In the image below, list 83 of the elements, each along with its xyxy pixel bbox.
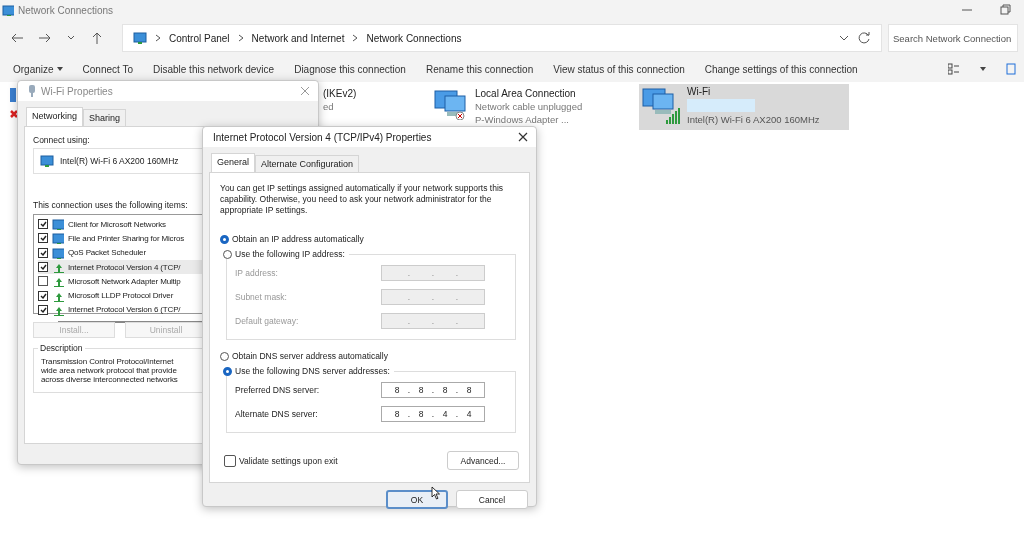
intro-text: You can get IP settings assigned automatically if your network supports this capability. Otherwise, you need to ask your network administrator for the appropriate IP settings.: [220, 183, 505, 216]
checkbox[interactable]: [38, 262, 48, 273]
network-adapter-icon: [40, 154, 54, 168]
refresh-icon[interactable]: [857, 31, 871, 45]
toolbar-button[interactable]: Change settings of this connection: [704, 63, 858, 75]
adapter-name: P-Windows Adapter ...: [475, 114, 570, 125]
mouse-cursor-icon: [431, 486, 441, 500]
tab[interactable]: Sharing: [83, 109, 127, 126]
field-label: Default gateway:: [235, 315, 300, 326]
connection-status: ed: [323, 101, 335, 112]
label: Connect using:: [33, 135, 90, 145]
caret-down-icon[interactable]: [980, 67, 986, 71]
checkbox[interactable]: [38, 304, 48, 315]
toolbar-button[interactable]: Disable this network device: [153, 63, 275, 75]
toolbar-button[interactable]: Rename this connection: [425, 63, 534, 75]
field-label: Alternate DNS server:: [235, 408, 319, 419]
ip-address-field[interactable]: 8 . 8 . 4 . 4: [381, 405, 485, 422]
checkbox[interactable]: [38, 219, 48, 230]
description-text: across diverse interconnected networks: [41, 375, 178, 384]
window-title: Network Connections: [18, 4, 114, 16]
toolbar-button[interactable]: Connect To: [82, 63, 133, 75]
toolbar-button[interactable]: Diagnose this connection: [294, 63, 406, 75]
cancel-button[interactable]: Cancel: [456, 490, 528, 509]
computer-icon: [52, 232, 64, 245]
chevron-right-icon: [154, 33, 162, 43]
label: This connection uses the following items:: [33, 200, 188, 210]
view-options-icon[interactable]: [948, 63, 960, 75]
description-text: Transmission Control Protocol/Internet: [41, 357, 174, 366]
connection-name: Local Area Connection: [475, 88, 577, 99]
redacted-block: [687, 99, 755, 112]
breadcrumb-item[interactable]: Network and Internet: [251, 32, 345, 44]
computers-icon: [433, 88, 469, 120]
back-arrow-icon[interactable]: [10, 31, 24, 45]
group-label: Description: [38, 343, 85, 353]
search-field[interactable]: Search Network Connection: [888, 24, 1018, 52]
radio-button[interactable]: Use the following IP address:: [223, 249, 349, 259]
dialog-title: Internet Protocol Version 4 (TCP/IPv4) Properties: [213, 131, 432, 143]
checkbox[interactable]: [38, 290, 48, 301]
computer-icon: [52, 246, 64, 259]
toolbar-button[interactable]: View status of this connection: [553, 63, 685, 75]
tab[interactable]: Alternate Configuration: [255, 155, 360, 172]
radio-button[interactable]: Obtain an IP address automatically: [220, 234, 519, 244]
connection-item[interactable]: (IKEv2) ed: [323, 88, 433, 116]
tab[interactable]: General: [211, 153, 256, 172]
connection-name: Wi-Fi: [687, 86, 712, 97]
checkbox[interactable]: [38, 233, 48, 244]
dialog-title: Wi-Fi Properties: [41, 85, 113, 97]
breadcrumb-item[interactable]: Network Connections: [366, 32, 462, 44]
chevron-right-icon: [351, 33, 360, 43]
advanced-button[interactable]: Advanced...: [447, 451, 519, 470]
ok-button[interactable]: OK: [386, 490, 448, 509]
connection-status: Network cable unplugged: [475, 101, 583, 112]
caret-down-icon: [56, 67, 63, 71]
adapter-icon: [28, 85, 36, 97]
computer-icon: [52, 218, 64, 231]
checkbox[interactable]: [38, 276, 48, 287]
list-item[interactable]: Client for Microsoft Networks: [38, 217, 296, 232]
radio-button[interactable]: Use the following DNS server addresses:: [223, 366, 394, 376]
checkbox[interactable]: [38, 247, 48, 258]
computers-signal-icon: [641, 86, 681, 126]
field-label: Preferred DNS server:: [235, 384, 321, 395]
breadcrumb-item[interactable]: Control Panel: [169, 32, 230, 44]
preview-pane-icon[interactable]: [1006, 63, 1016, 75]
forward-arrow-icon[interactable]: [38, 31, 52, 45]
up-arrow-icon[interactable]: [90, 31, 104, 45]
address-bar[interactable]: Control Panel Network and Internet Network Connections: [122, 24, 882, 52]
connection-item[interactable]: Wi-Fi Intel(R) Wi-Fi 6 AX200 160MHz: [639, 84, 849, 130]
close-icon[interactable]: [518, 132, 528, 142]
radio-button[interactable]: Obtain DNS server address automatically: [220, 351, 519, 361]
description-text: wide area network protocol that provide: [41, 366, 177, 375]
connection-name: (IKEv2): [323, 88, 357, 99]
tab[interactable]: Networking: [26, 107, 84, 126]
checkbox[interactable]: Validate settings upon exit: [224, 454, 338, 467]
connection-item[interactable]: Local Area Connection Network cable unplugged P-Windows Adapter ...: [433, 88, 639, 129]
network-folder-icon: [133, 31, 147, 45]
toolbar-button[interactable]: Organize: [13, 63, 63, 75]
network-folder-icon: [2, 4, 14, 16]
field-label: IP address:: [235, 267, 279, 278]
list-item[interactable]: Internet Protocol Version 6 (TCP/: [38, 302, 296, 318]
ip-address-field[interactable]: 8 . 8 . 8 . 8: [381, 381, 485, 398]
chevron-right-icon: [236, 33, 245, 43]
field-label: Subnet mask:: [235, 291, 288, 302]
adapter-name: Intel(R) Wi-Fi 6 AX200 160MHz: [687, 114, 820, 125]
